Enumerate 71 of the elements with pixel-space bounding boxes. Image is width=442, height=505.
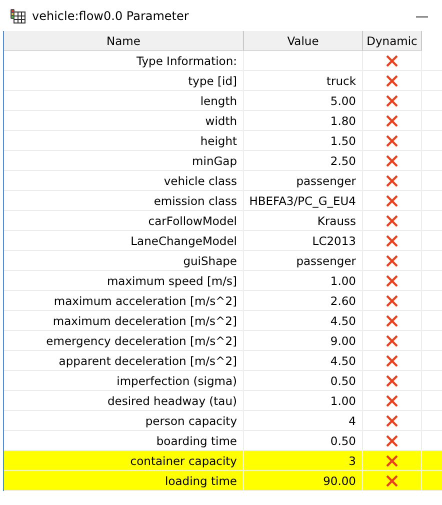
table-row[interactable]: carFollowModel Krauss xyxy=(4,211,442,231)
parameter-value: 3 xyxy=(348,454,356,468)
table-row[interactable]: emission class HBEFA3/PC_G_EU4 xyxy=(4,191,442,211)
table-row[interactable]: desired headway (tau) 1.00 xyxy=(4,391,442,411)
table-row[interactable]: guiShape passenger xyxy=(4,251,442,271)
parameter-value: truck xyxy=(326,74,356,88)
parameter-name: emission class xyxy=(154,194,237,208)
parameter-name: emergency deceleration [m/s^2] xyxy=(46,334,237,348)
parameter-value: passenger xyxy=(296,174,356,188)
parameter-name: width xyxy=(205,114,237,128)
table-row[interactable]: emergency deceleration [m/s^2] 9.00 xyxy=(4,331,442,351)
parameter-name: maximum acceleration [m/s^2] xyxy=(54,294,237,308)
parameter-name: loading time xyxy=(165,474,237,488)
parameter-value: 2.50 xyxy=(330,154,356,168)
parameter-name: guiShape xyxy=(183,254,237,268)
minimize-button[interactable]: — xyxy=(412,8,432,22)
table-row[interactable]: width 1.80 xyxy=(4,111,442,131)
highlighted-row[interactable]: loading time 90.00 xyxy=(4,471,442,491)
table-row[interactable]: type [id] truck xyxy=(4,71,442,91)
parameter-name: maximum speed [m/s] xyxy=(106,274,237,288)
parameter-value: HBEFA3/PC_G_EU4 xyxy=(249,194,356,208)
parameter-name: vehicle class xyxy=(164,174,237,188)
column-header[interactable]: Dynamic xyxy=(363,31,422,51)
column-header[interactable]: Value xyxy=(244,31,363,51)
parameter-name: type [id] xyxy=(188,74,237,88)
parameter-value: Krauss xyxy=(317,214,356,228)
parameter-value: 0.50 xyxy=(330,374,356,388)
parameter-value: 1.80 xyxy=(330,114,356,128)
parameter-value: LC2013 xyxy=(312,234,356,248)
table-row[interactable]: person capacity 4 xyxy=(4,411,442,431)
parameter-value: passenger xyxy=(296,254,356,268)
parameter-value: 5.00 xyxy=(330,94,356,108)
parameter-name: carFollowModel xyxy=(148,214,237,228)
column-header[interactable]: Name xyxy=(4,31,244,51)
parameter-name: LaneChangeModel xyxy=(130,234,237,248)
parameter-value: 2.60 xyxy=(330,294,356,308)
parameter-name: Type Information: xyxy=(136,54,237,68)
table-row[interactable]: imperfection (sigma) 0.50 xyxy=(4,371,442,391)
parameter-value: 1.00 xyxy=(330,394,356,408)
parameter-value: 4.50 xyxy=(330,354,356,368)
parameter-name: minGap xyxy=(192,154,237,168)
parameter-name: desired headway (tau) xyxy=(107,394,237,408)
table-row[interactable]: minGap 2.50 xyxy=(4,151,442,171)
highlighted-row[interactable]: container capacity 3 xyxy=(4,451,442,471)
table-row[interactable]: length 5.00 xyxy=(4,91,442,111)
parameter-name: container capacity xyxy=(130,454,237,468)
parameter-value: 1.50 xyxy=(330,134,356,148)
parameter-name: apparent deceleration [m/s^2] xyxy=(58,354,237,368)
parameter-name: height xyxy=(200,134,237,148)
table-row[interactable]: LaneChangeModel LC2013 xyxy=(4,231,442,251)
table-row[interactable]: apparent deceleration [m/s^2] 4.50 xyxy=(4,351,442,371)
window-title: vehicle:flow0.0 Parameter xyxy=(32,8,190,22)
parameter-value: 4.50 xyxy=(330,314,356,328)
parameter-name: boarding time xyxy=(156,434,237,448)
table-row[interactable]: Type Information: xyxy=(4,51,442,71)
parameter-value: 0.50 xyxy=(330,434,356,448)
parameter-name: person capacity xyxy=(145,414,237,428)
table-row[interactable]: height 1.50 xyxy=(4,131,442,151)
table-row[interactable]: maximum deceleration [m/s^2] 4.50 xyxy=(4,311,442,331)
table-row[interactable]: maximum speed [m/s] 1.00 xyxy=(4,271,442,291)
parameter-value: 9.00 xyxy=(330,334,356,348)
table-row[interactable]: vehicle class passenger xyxy=(4,171,442,191)
table-row[interactable]: boarding time 0.50 xyxy=(4,431,442,451)
parameter-name: length xyxy=(200,94,237,108)
parameter-name: maximum deceleration [m/s^2] xyxy=(52,314,237,328)
parameter-name: imperfection (sigma) xyxy=(116,374,237,388)
parameter-value: 4 xyxy=(348,414,356,428)
table-app-icon xyxy=(10,8,26,24)
parameter-value: 90.00 xyxy=(323,474,356,488)
parameter-value: 1.00 xyxy=(330,274,356,288)
table-row[interactable]: maximum acceleration [m/s^2] 2.60 xyxy=(4,291,442,311)
